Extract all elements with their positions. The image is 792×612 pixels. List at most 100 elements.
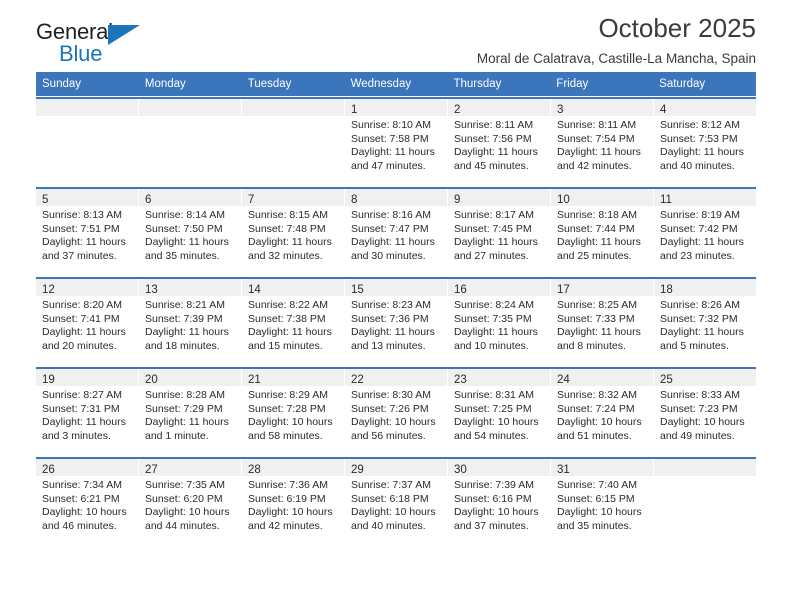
- day-cell[interactable]: 21 Sunrise: 8:29 AM Sunset: 7:28 PM Dayl…: [242, 369, 344, 456]
- day-cell[interactable]: 11 Sunrise: 8:19 AM Sunset: 7:42 PM Dayl…: [654, 189, 756, 276]
- daylight-text-line1: Daylight: 11 hours: [248, 326, 332, 339]
- day-cell[interactable]: 15 Sunrise: 8:23 AM Sunset: 7:36 PM Dayl…: [345, 279, 447, 366]
- day-number-band: 31: [551, 459, 653, 477]
- day-cell[interactable]: 10 Sunrise: 8:18 AM Sunset: 7:44 PM Dayl…: [551, 189, 653, 276]
- daylight-text-line1: Daylight: 11 hours: [557, 236, 641, 249]
- day-details: Sunrise: 8:19 AM Sunset: 7:42 PM Dayligh…: [654, 206, 756, 263]
- day-details: Sunrise: 8:27 AM Sunset: 7:31 PM Dayligh…: [36, 386, 138, 443]
- day-details: Sunrise: 8:13 AM Sunset: 7:51 PM Dayligh…: [36, 206, 138, 263]
- day-cell[interactable]: [139, 99, 241, 186]
- day-number-band: 8: [345, 189, 447, 207]
- day-cell[interactable]: 31 Sunrise: 7:40 AM Sunset: 6:15 PM Dayl…: [551, 459, 653, 546]
- daylight-text-line1: Daylight: 11 hours: [42, 326, 126, 339]
- day-cell[interactable]: 4 Sunrise: 8:12 AM Sunset: 7:53 PM Dayli…: [654, 99, 756, 186]
- sunrise-text: Sunrise: 8:22 AM: [248, 299, 328, 312]
- daylight-text-line1: Daylight: 11 hours: [454, 326, 538, 339]
- day-cell[interactable]: 30 Sunrise: 7:39 AM Sunset: 6:16 PM Dayl…: [448, 459, 550, 546]
- sunrise-text: Sunrise: 7:35 AM: [145, 479, 225, 492]
- sunrise-text: Sunrise: 8:31 AM: [454, 389, 534, 402]
- day-number-band: 17: [551, 279, 653, 297]
- day-number-band: [139, 99, 241, 117]
- calendar-grid: Sunday Monday Tuesday Wednesday Thursday…: [36, 72, 756, 546]
- sunset-text: Sunset: 7:44 PM: [557, 222, 635, 235]
- logo-triangle-icon: [108, 25, 140, 45]
- day-number: 13: [145, 284, 158, 297]
- sunset-text: Sunset: 7:47 PM: [351, 222, 429, 235]
- sunset-text: Sunset: 7:51 PM: [42, 222, 120, 235]
- day-number-band: 3: [551, 99, 653, 117]
- day-cell[interactable]: 24 Sunrise: 8:32 AM Sunset: 7:24 PM Dayl…: [551, 369, 653, 456]
- day-cell[interactable]: 14 Sunrise: 8:22 AM Sunset: 7:38 PM Dayl…: [242, 279, 344, 366]
- sunset-text: Sunset: 6:19 PM: [248, 492, 326, 505]
- sunrise-text: Sunrise: 8:29 AM: [248, 389, 328, 402]
- day-cell[interactable]: 1 Sunrise: 8:10 AM Sunset: 7:58 PM Dayli…: [345, 99, 447, 186]
- daylight-text-line2: and 32 minutes.: [248, 249, 323, 262]
- day-details: Sunrise: 7:35 AM Sunset: 6:20 PM Dayligh…: [139, 476, 241, 533]
- day-number: 2: [454, 104, 461, 117]
- day-cell[interactable]: 3 Sunrise: 8:11 AM Sunset: 7:54 PM Dayli…: [551, 99, 653, 186]
- daylight-text-line2: and 37 minutes.: [42, 249, 117, 262]
- day-number: 9: [454, 194, 461, 207]
- day-cell[interactable]: 17 Sunrise: 8:25 AM Sunset: 7:33 PM Dayl…: [551, 279, 653, 366]
- sunset-text: Sunset: 7:32 PM: [660, 312, 738, 325]
- sunset-text: Sunset: 7:28 PM: [248, 402, 326, 415]
- day-cell[interactable]: 26 Sunrise: 7:34 AM Sunset: 6:21 PM Dayl…: [36, 459, 138, 546]
- day-cell[interactable]: 9 Sunrise: 8:17 AM Sunset: 7:45 PM Dayli…: [448, 189, 550, 276]
- day-number: 30: [454, 464, 467, 477]
- day-cell[interactable]: 23 Sunrise: 8:31 AM Sunset: 7:25 PM Dayl…: [448, 369, 550, 456]
- day-number: 3: [557, 104, 564, 117]
- day-cell[interactable]: 2 Sunrise: 8:11 AM Sunset: 7:56 PM Dayli…: [448, 99, 550, 186]
- daylight-text-line1: Daylight: 11 hours: [248, 236, 332, 249]
- day-cell[interactable]: 19 Sunrise: 8:27 AM Sunset: 7:31 PM Dayl…: [36, 369, 138, 456]
- day-cell[interactable]: 22 Sunrise: 8:30 AM Sunset: 7:26 PM Dayl…: [345, 369, 447, 456]
- weekday-header-thursday: Thursday: [453, 78, 502, 90]
- daylight-text-line2: and 51 minutes.: [557, 429, 632, 442]
- day-number: 24: [557, 374, 570, 387]
- sunset-text: Sunset: 6:21 PM: [42, 492, 120, 505]
- day-cell[interactable]: 29 Sunrise: 7:37 AM Sunset: 6:18 PM Dayl…: [345, 459, 447, 546]
- sunset-text: Sunset: 7:25 PM: [454, 402, 532, 415]
- day-cell[interactable]: 16 Sunrise: 8:24 AM Sunset: 7:35 PM Dayl…: [448, 279, 550, 366]
- daylight-text-line2: and 37 minutes.: [454, 519, 529, 532]
- sunset-text: Sunset: 7:45 PM: [454, 222, 532, 235]
- day-number-band: 21: [242, 369, 344, 387]
- day-cell[interactable]: 28 Sunrise: 7:36 AM Sunset: 6:19 PM Dayl…: [242, 459, 344, 546]
- day-cell[interactable]: 25 Sunrise: 8:33 AM Sunset: 7:23 PM Dayl…: [654, 369, 756, 456]
- day-cell[interactable]: 7 Sunrise: 8:15 AM Sunset: 7:48 PM Dayli…: [242, 189, 344, 276]
- day-number: 25: [660, 374, 673, 387]
- day-details: Sunrise: 8:32 AM Sunset: 7:24 PM Dayligh…: [551, 386, 653, 443]
- day-cell[interactable]: 20 Sunrise: 8:28 AM Sunset: 7:29 PM Dayl…: [139, 369, 241, 456]
- day-cell[interactable]: 5 Sunrise: 8:13 AM Sunset: 7:51 PM Dayli…: [36, 189, 138, 276]
- day-number: 18: [660, 284, 673, 297]
- sunset-text: Sunset: 7:41 PM: [42, 312, 120, 325]
- sunset-text: Sunset: 7:36 PM: [351, 312, 429, 325]
- day-number-band: 10: [551, 189, 653, 207]
- day-cell[interactable]: 13 Sunrise: 8:21 AM Sunset: 7:39 PM Dayl…: [139, 279, 241, 366]
- day-cell[interactable]: 6 Sunrise: 8:14 AM Sunset: 7:50 PM Dayli…: [139, 189, 241, 276]
- sunset-text: Sunset: 7:35 PM: [454, 312, 532, 325]
- generalblue-logo[interactable]: General Blue: [36, 21, 171, 67]
- day-cell[interactable]: 8 Sunrise: 8:16 AM Sunset: 7:47 PM Dayli…: [345, 189, 447, 276]
- day-details: Sunrise: 7:39 AM Sunset: 6:16 PM Dayligh…: [448, 476, 550, 533]
- sunrise-text: Sunrise: 8:28 AM: [145, 389, 225, 402]
- daylight-text-line2: and 25 minutes.: [557, 249, 632, 262]
- day-cell[interactable]: [242, 99, 344, 186]
- day-cell[interactable]: [36, 99, 138, 186]
- daylight-text-line1: Daylight: 11 hours: [351, 236, 435, 249]
- day-details: Sunrise: 8:33 AM Sunset: 7:23 PM Dayligh…: [654, 386, 756, 443]
- day-details: Sunrise: 8:24 AM Sunset: 7:35 PM Dayligh…: [448, 296, 550, 353]
- day-cell[interactable]: 27 Sunrise: 7:35 AM Sunset: 6:20 PM Dayl…: [139, 459, 241, 546]
- daylight-text-line2: and 27 minutes.: [454, 249, 529, 262]
- day-cell[interactable]: 12 Sunrise: 8:20 AM Sunset: 7:41 PM Dayl…: [36, 279, 138, 366]
- daylight-text-line1: Daylight: 10 hours: [660, 416, 745, 429]
- day-number-band: 22: [345, 369, 447, 387]
- day-cell[interactable]: [654, 459, 756, 546]
- daylight-text-line1: Daylight: 11 hours: [557, 146, 641, 159]
- daylight-text-line2: and 30 minutes.: [351, 249, 426, 262]
- daylight-text-line1: Daylight: 11 hours: [145, 326, 229, 339]
- sunrise-text: Sunrise: 8:17 AM: [454, 209, 534, 222]
- page-title: October 2025: [598, 13, 756, 43]
- day-cell[interactable]: 18 Sunrise: 8:26 AM Sunset: 7:32 PM Dayl…: [654, 279, 756, 366]
- daylight-text-line1: Daylight: 11 hours: [454, 146, 538, 159]
- day-number: 5: [42, 194, 49, 207]
